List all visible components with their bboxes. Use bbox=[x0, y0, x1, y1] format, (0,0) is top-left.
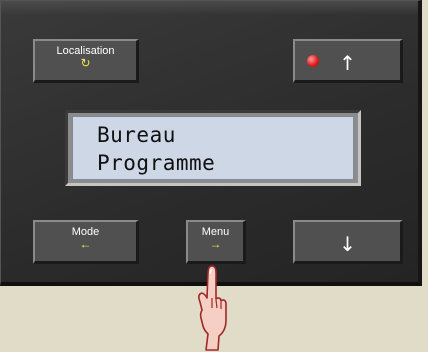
arrow-down-icon: ↓ bbox=[339, 232, 356, 256]
down-button[interactable]: ↓ bbox=[293, 220, 403, 264]
refresh-icon: ↻ bbox=[80, 56, 91, 70]
up-button[interactable]: ↑ bbox=[293, 39, 403, 83]
localisation-button[interactable]: Localisation ↻ bbox=[33, 39, 139, 83]
display-line-1: Bureau bbox=[97, 123, 176, 147]
arrow-left-icon: ← bbox=[79, 237, 92, 251]
mode-button[interactable]: Mode ← bbox=[33, 220, 139, 264]
lcd-display-frame: Bureau Programme bbox=[65, 110, 361, 186]
pointing-hand-icon bbox=[198, 265, 227, 351]
menu-button[interactable]: Menu → bbox=[186, 220, 246, 264]
display-line-2: Programme bbox=[97, 151, 216, 175]
lcd-display: Bureau Programme bbox=[72, 116, 354, 180]
arrow-up-icon: ↑ bbox=[339, 51, 356, 75]
control-panel: Localisation ↻ ↑ Bureau Programme Mode ←… bbox=[0, 0, 422, 286]
arrow-right-icon: → bbox=[209, 237, 222, 251]
